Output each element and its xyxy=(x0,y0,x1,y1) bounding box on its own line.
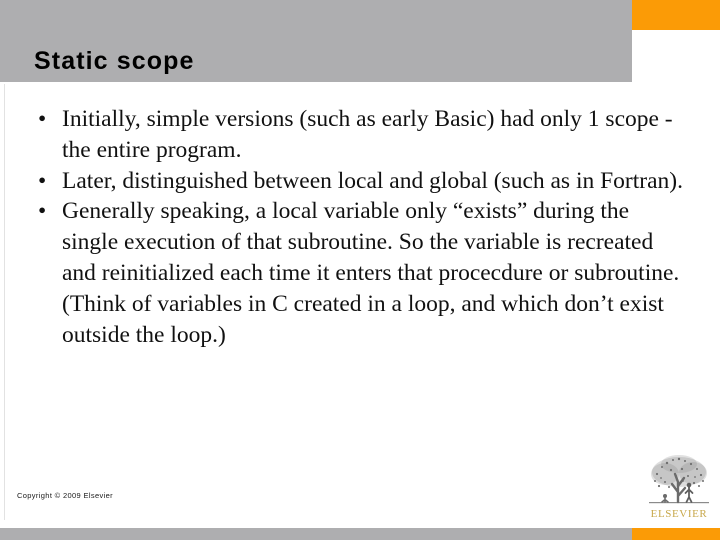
footer-bar xyxy=(0,528,720,540)
bullet-icon: • xyxy=(38,167,47,194)
slide: Static scope • Initially, simple version… xyxy=(0,0,720,540)
copyright-notice: Copyright © 2009 Elsevier xyxy=(17,491,113,500)
bullet-icon: • xyxy=(38,106,47,132)
list-item-text: Initially, simple versions (such as earl… xyxy=(62,106,673,163)
list-item: • Later, distinguished between local and… xyxy=(26,166,686,197)
elsevier-tree-icon xyxy=(649,455,709,504)
header-accent-block xyxy=(632,0,720,30)
list-item: • Generally speaking, a local variable o… xyxy=(26,196,686,350)
list-item-text: Generally speaking, a local variable onl… xyxy=(62,198,680,348)
list-item-text: Later, distinguished between local and g… xyxy=(62,167,683,194)
bullet-icon: • xyxy=(38,198,47,225)
footer-accent-block xyxy=(632,528,720,540)
page-title: Static scope xyxy=(34,47,195,75)
elsevier-logo: ELSEVIER xyxy=(645,452,713,526)
elsevier-wordmark: ELSEVIER xyxy=(650,508,708,520)
list-item: • Initially, simple versions (such as ea… xyxy=(26,104,686,166)
bullet-list: • Initially, simple versions (such as ea… xyxy=(26,104,686,350)
left-hairline-divider xyxy=(4,84,5,520)
